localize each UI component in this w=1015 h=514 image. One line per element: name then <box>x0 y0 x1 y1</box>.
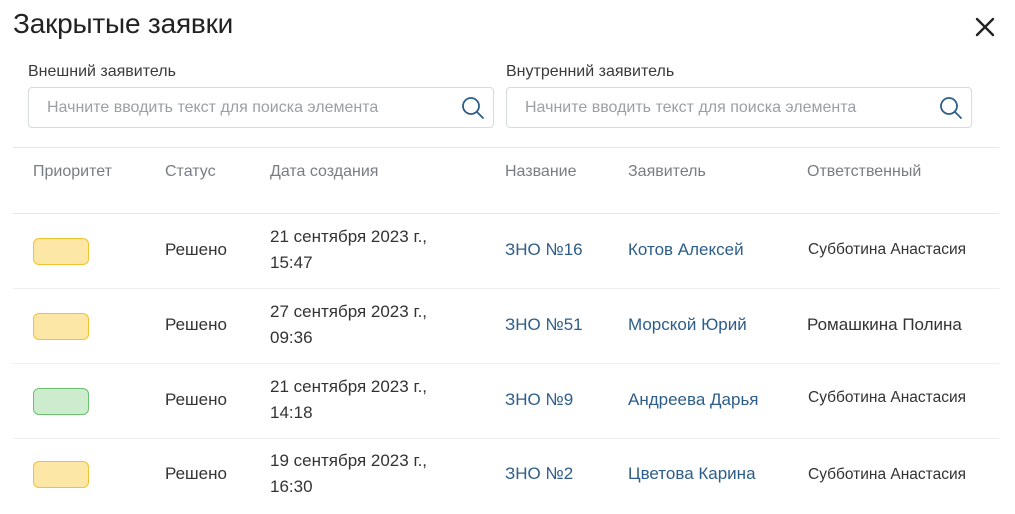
column-header-created[interactable]: Дата создания <box>270 163 378 181</box>
column-header-name[interactable]: Название <box>505 163 577 181</box>
request-name-link[interactable]: ЗНО №9 <box>505 390 573 410</box>
search-icon[interactable] <box>938 95 964 121</box>
time-line: 14:18 <box>270 403 313 422</box>
responsible-cell: Субботина Анастасия <box>808 241 967 258</box>
date-cell: 21 сентября 2023 г., 15:47 <box>270 224 427 276</box>
internal-requester-input[interactable] <box>507 88 971 127</box>
close-icon <box>975 17 995 37</box>
date-line: 21 сентября 2023 г., <box>270 377 428 396</box>
time-line: 16:30 <box>270 477 313 496</box>
date-cell: 21 сентября 2023 г., 14:18 <box>270 374 427 426</box>
status-cell: Решено <box>165 390 227 409</box>
request-name-link[interactable]: ЗНО №51 <box>505 315 583 335</box>
table-row[interactable]: Решено 27 сентября 2023 г., 09:36 ЗНО №5… <box>13 289 999 364</box>
time-line: 09:36 <box>270 328 313 347</box>
external-requester-search <box>28 87 494 128</box>
search-icon[interactable] <box>460 95 486 121</box>
table-row[interactable]: Решено 21 сентября 2023 г., 14:18 ЗНО №9… <box>13 364 999 439</box>
status-cell: Решено <box>165 315 227 334</box>
priority-badge <box>33 313 89 340</box>
column-header-responsible[interactable]: Ответственный <box>807 163 921 181</box>
page-title: Закрытые заявки <box>13 8 234 39</box>
priority-badge <box>33 461 89 488</box>
date-cell: 27 сентября 2023 г., 09:36 <box>270 299 427 351</box>
requester-link[interactable]: Котов Алексей <box>628 240 744 260</box>
status-cell: Решено <box>165 240 227 259</box>
internal-requester-search <box>506 87 972 128</box>
date-line: 27 сентября 2023 г., <box>270 302 428 321</box>
request-name-link[interactable]: ЗНО №2 <box>505 464 573 484</box>
status-cell: Решено <box>165 464 227 483</box>
responsible-cell: Субботина Анастасия <box>808 466 967 483</box>
external-requester-label: Внешний заявитель <box>28 63 176 80</box>
internal-requester-label: Внутренний заявитель <box>506 63 675 80</box>
responsible-cell: Субботина Анастасия <box>808 389 967 406</box>
requester-link[interactable]: Цветова Карина <box>628 464 756 484</box>
column-header-status[interactable]: Статус <box>165 163 216 181</box>
time-line: 15:47 <box>270 253 313 272</box>
divider <box>13 147 999 148</box>
column-header-priority[interactable]: Приоритет <box>33 163 112 181</box>
table-row[interactable]: Решено 21 сентября 2023 г., 15:47 ЗНО №1… <box>13 214 999 289</box>
column-header-requester[interactable]: Заявитель <box>628 163 706 181</box>
requester-link[interactable]: Андреева Дарья <box>628 390 759 410</box>
date-cell: 19 сентября 2023 г., 16:30 <box>270 448 427 500</box>
date-line: 19 сентября 2023 г., <box>270 451 428 470</box>
close-button[interactable] <box>970 12 1000 42</box>
external-requester-input[interactable] <box>29 88 493 127</box>
priority-badge <box>33 238 89 265</box>
request-name-link[interactable]: ЗНО №16 <box>505 240 583 260</box>
priority-badge <box>33 388 89 415</box>
requester-link[interactable]: Морской Юрий <box>628 315 747 335</box>
table-row[interactable]: Решено 19 сентября 2023 г., 16:30 ЗНО №2… <box>13 439 999 514</box>
date-line: 21 сентября 2023 г., <box>270 227 428 246</box>
responsible-cell: Ромашкина Полина <box>807 315 962 334</box>
